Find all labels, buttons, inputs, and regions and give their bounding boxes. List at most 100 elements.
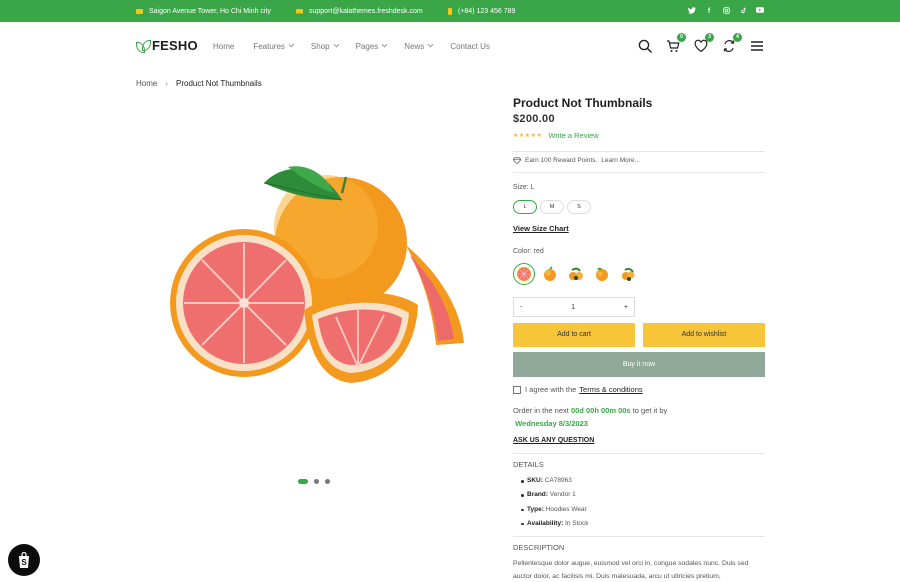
rating-stars: ★★★★★ [513, 133, 543, 139]
terms-agreement: I agree with the Terms & conditions [513, 385, 643, 394]
size-option-m[interactable]: M [540, 200, 564, 214]
color-swatch-mixed[interactable] [565, 263, 587, 285]
detail-value: In Stock [565, 519, 589, 527]
nav-pages-label: Pages [355, 41, 379, 51]
nav-news-label: News [404, 41, 425, 51]
diamond-icon [513, 157, 521, 164]
youtube-icon[interactable] [756, 7, 764, 15]
nav-shop[interactable]: Shop [310, 41, 339, 51]
heart-icon[interactable]: 3 [694, 33, 714, 53]
compare-icon[interactable]: 4 [722, 33, 742, 53]
quantity-decrease-button[interactable]: - [520, 304, 522, 311]
learn-more-link[interactable]: Learn More... [601, 157, 640, 164]
address-info: Saigon Avenue Tower, Ho Chi Minh city [136, 0, 271, 22]
terms-checkbox[interactable] [513, 385, 521, 394]
instagram-icon[interactable] [722, 6, 730, 16]
leaf-logo-icon [136, 39, 151, 53]
nav-home-label: Home [213, 41, 235, 51]
description-text: Pellentesque dolor augue, euismod vel or… [513, 560, 749, 580]
color-swatch-orange-2[interactable] [591, 263, 613, 285]
email-info[interactable]: support@kalathemes.freshdesk.com [296, 0, 423, 22]
email-text[interactable]: support@kalathemes.freshdesk.com [309, 8, 423, 15]
location-icon [136, 8, 143, 14]
delivery-date: Wednesday 8/3/2023 [515, 419, 588, 428]
detail-value: Hoodies Wear [545, 505, 587, 513]
detail-availability: Availability: In Stock [521, 518, 589, 532]
wishlist-count-badge: 3 [705, 33, 714, 42]
email-icon [296, 8, 303, 14]
size-options: L M S [513, 200, 591, 214]
color-swatch-orange[interactable] [539, 263, 561, 285]
add-to-cart-button[interactable]: Add to cart [513, 323, 635, 347]
cart-count-badge: 0 [677, 33, 686, 42]
chevron-down-icon [333, 41, 339, 48]
nav-contact-label: Contact Us [450, 41, 490, 51]
nav-home[interactable]: Home [213, 42, 234, 51]
site-logo[interactable]: FESHO [136, 38, 198, 53]
detail-brand: Brand: Vendor 1 [521, 489, 589, 503]
phone-text[interactable]: (+84) 123 456 789 [458, 8, 515, 15]
order-prefix: Order in the next [513, 406, 569, 415]
terms-link[interactable]: Terms & conditions [579, 385, 642, 394]
quantity-stepper[interactable]: - 1 + [513, 297, 635, 317]
chevron-down-icon [381, 41, 388, 48]
nav-contact[interactable]: Contact Us [450, 42, 490, 51]
main-header: FESHO Home Features Shop Pages News Cont… [0, 22, 900, 70]
quantity-value[interactable]: 1 [571, 304, 575, 311]
size-option-l[interactable]: L [513, 200, 537, 214]
buy-now-button[interactable]: Buy it now [513, 352, 765, 377]
size-label: Size: L [513, 184, 535, 191]
gallery-pagination [298, 479, 330, 484]
quantity-increase-button[interactable]: + [624, 304, 628, 311]
phone-info[interactable]: (+84) 123 456 789 [448, 0, 515, 22]
divider [513, 453, 765, 454]
gallery-dot-1[interactable] [298, 479, 308, 484]
reward-points: Earn 100 Reward Points. Learn More... [513, 157, 640, 164]
header-icons: 0 3 4 [638, 22, 764, 70]
nav-pages[interactable]: Pages [355, 41, 388, 51]
social-links: f [688, 0, 764, 22]
details-list: SKU: CA78963 Brand: Vendor 1 Type: Hoodi… [521, 475, 589, 532]
add-to-wishlist-button[interactable]: Add to wishlist [643, 323, 765, 347]
main-nav: Home Features Shop Pages News Contact Us [213, 22, 509, 70]
order-suffix: to get it by [632, 406, 668, 415]
detail-key: Availability: [527, 519, 564, 527]
breadcrumb: Home › Product Not Thumbnails [136, 79, 262, 88]
detail-sku: SKU: CA78963 [521, 475, 589, 489]
breadcrumb-separator: › [165, 79, 169, 88]
color-swatches [513, 263, 639, 285]
nav-features[interactable]: Features [253, 41, 295, 51]
details-heading: DETAILS [513, 460, 544, 469]
breadcrumb-home[interactable]: Home [136, 79, 157, 88]
reward-text: Earn 100 Reward Points. [525, 157, 598, 164]
breadcrumb-current: Product Not Thumbnails [176, 79, 262, 88]
facebook-icon[interactable]: f [705, 8, 713, 15]
color-swatch-mixed-2[interactable] [617, 263, 639, 285]
view-size-chart-link[interactable]: View Size Chart [513, 224, 569, 233]
shopify-bag-icon[interactable]: S [8, 544, 40, 576]
gallery-dot-2[interactable] [314, 479, 319, 484]
nav-shop-label: Shop [310, 41, 330, 51]
detail-key: Brand: [527, 491, 548, 499]
menu-icon[interactable] [750, 39, 764, 53]
nav-features-label: Features [253, 41, 285, 51]
gallery-dot-3[interactable] [325, 479, 330, 484]
color-swatch-red[interactable] [513, 263, 535, 285]
detail-key: SKU: [527, 477, 543, 484]
chevron-down-icon [427, 41, 434, 48]
ask-question-link[interactable]: ASK US ANY QUESTION [513, 437, 594, 444]
cart-icon[interactable]: 0 [666, 33, 686, 53]
divider [513, 151, 765, 152]
size-option-s[interactable]: S [567, 200, 591, 214]
chevron-down-icon [288, 41, 295, 48]
tiktok-icon[interactable] [739, 7, 747, 16]
top-bar: Saigon Avenue Tower, Ho Chi Minh city su… [0, 0, 900, 22]
write-review-link[interactable]: Write a Review [548, 131, 598, 140]
compare-count-badge: 4 [733, 33, 742, 42]
divider [513, 536, 765, 537]
product-image[interactable] [136, 105, 498, 475]
nav-news[interactable]: News [404, 41, 434, 51]
phone-icon [448, 7, 452, 15]
twitter-icon[interactable] [688, 6, 696, 16]
search-icon[interactable] [638, 39, 652, 53]
